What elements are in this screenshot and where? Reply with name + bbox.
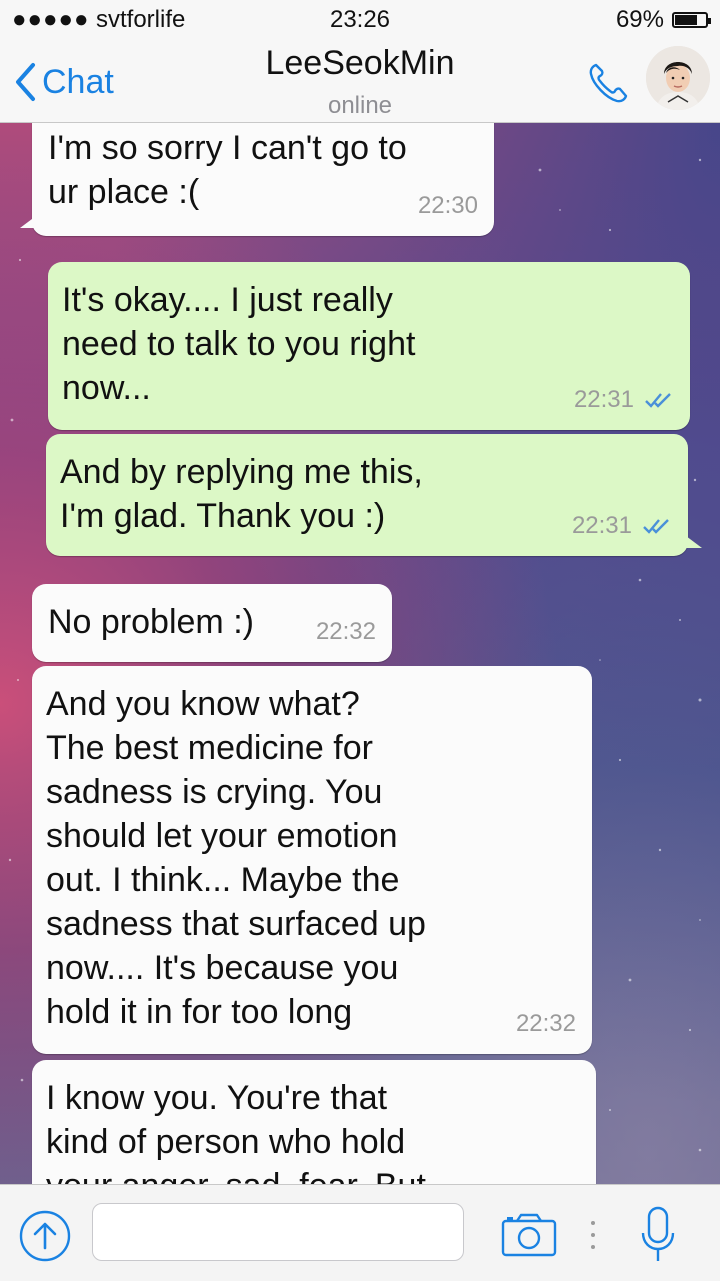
message-input[interactable]	[92, 1203, 464, 1261]
double-check-icon	[645, 393, 671, 408]
message-text: And you know what? The best medicine for…	[46, 685, 426, 1031]
avatar-portrait	[646, 46, 710, 110]
double-check-icon	[643, 519, 669, 534]
chat-header: ●●●●● svtforlife 23:26 69% Chat LeeSeokM…	[0, 0, 720, 123]
message-time: 22:31	[571, 512, 632, 539]
contact-avatar[interactable]	[646, 46, 710, 110]
phone-icon[interactable]	[586, 60, 632, 106]
message-bubble-incoming[interactable]: I'm so sorry I can't go to ur place :( 2…	[20, 108, 494, 236]
message-bubble-outgoing[interactable]: And by replying me this, I'm glad. Thank…	[46, 434, 702, 556]
message-time: 22:30	[417, 192, 478, 219]
status-time: 23:26	[329, 6, 391, 33]
message-time: 22:31	[573, 386, 634, 413]
bubble-tail	[686, 536, 702, 548]
camera-icon[interactable]	[500, 1211, 558, 1259]
bubble-tail	[20, 216, 36, 228]
upload-arrow-icon[interactable]	[18, 1209, 72, 1263]
battery-percent: 69%	[615, 6, 664, 33]
message-time: 22:32	[315, 618, 376, 645]
more-dots-icon[interactable]	[588, 1215, 598, 1255]
message-text: I'm so sorry I can't go to ur place :(	[48, 129, 407, 211]
message-bubble-outgoing[interactable]: It's okay.... I just really need to talk…	[48, 262, 690, 430]
message-input-bar	[0, 1184, 720, 1281]
battery-icon	[672, 12, 711, 28]
message-bubble-incoming[interactable]: No problem :) 22:32	[32, 584, 392, 662]
message-bubble-incoming[interactable]: And you know what? The best medicine for…	[32, 666, 592, 1054]
message-time: 22:32	[515, 1010, 576, 1037]
microphone-icon[interactable]	[640, 1205, 676, 1265]
